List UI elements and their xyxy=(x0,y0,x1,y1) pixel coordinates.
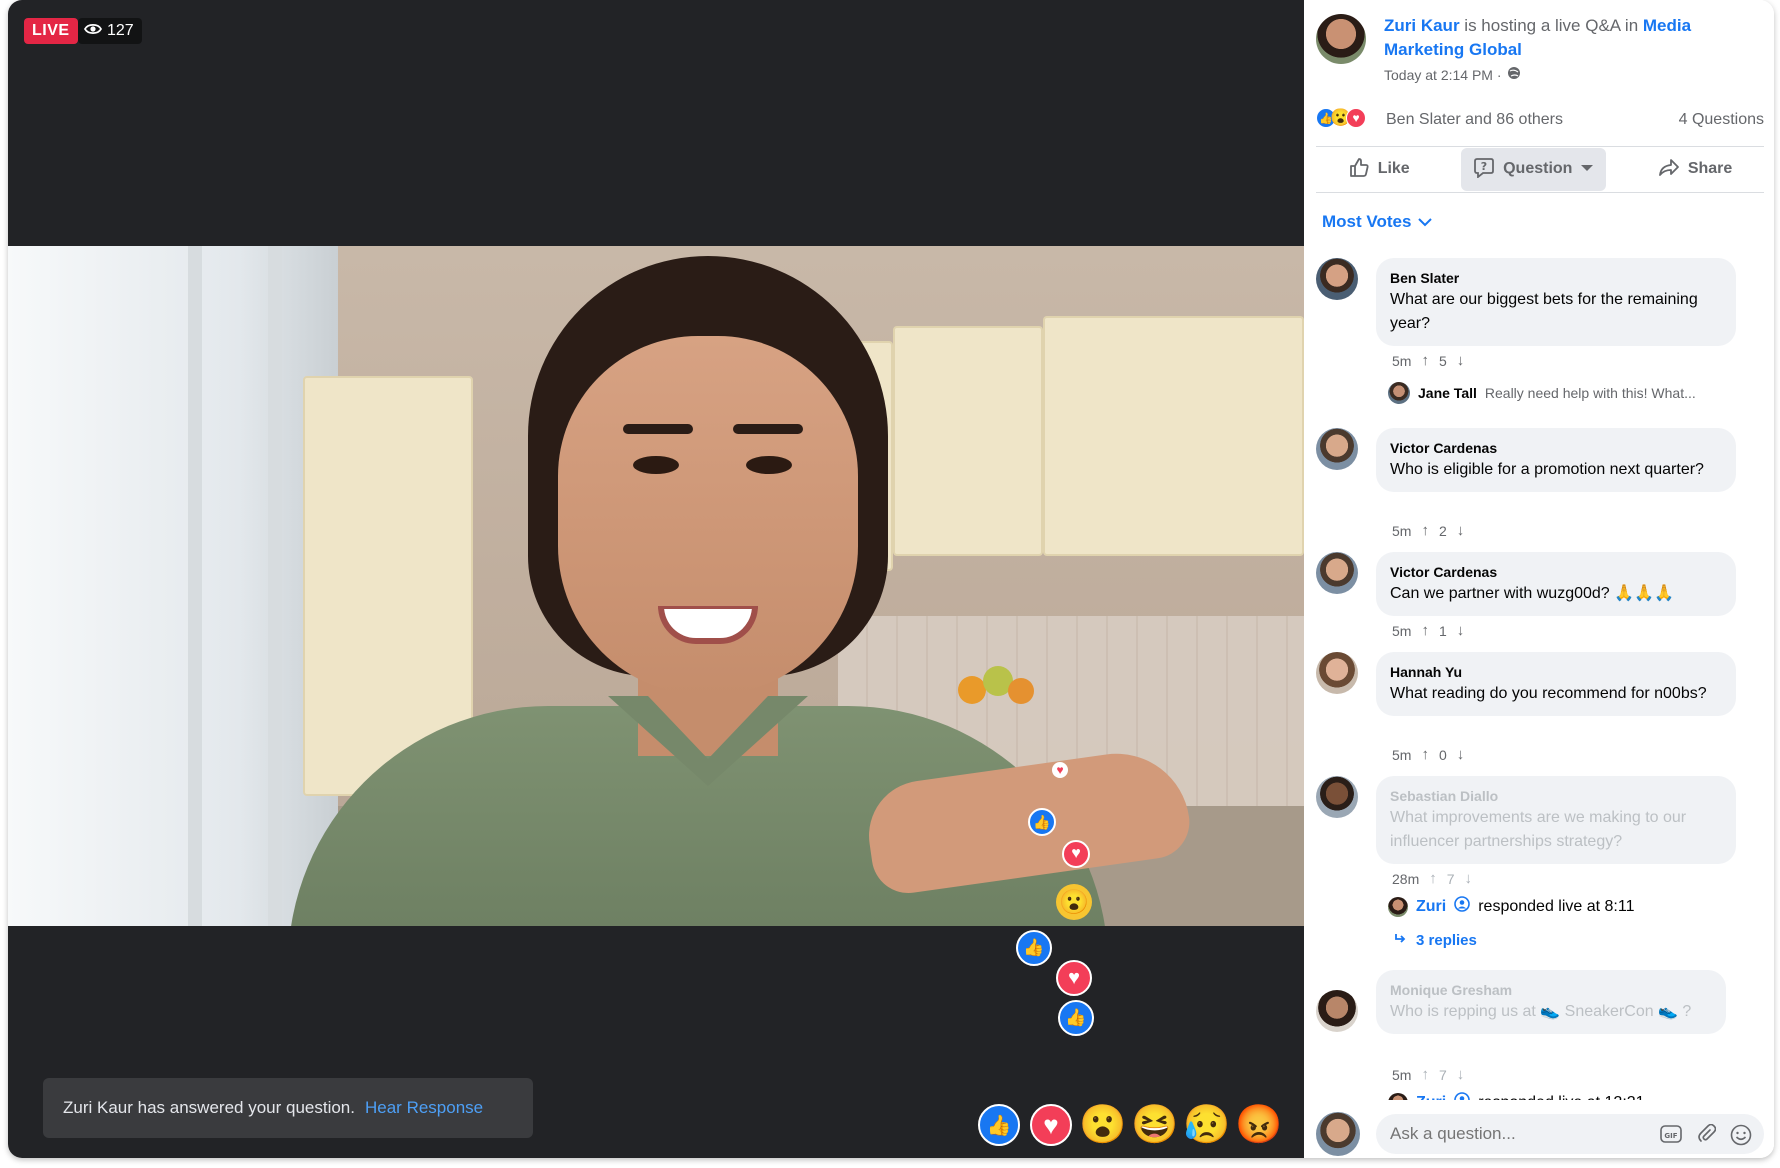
avatar xyxy=(1388,382,1410,404)
avatar[interactable] xyxy=(1316,552,1358,594)
floating-love-icon: ♥ xyxy=(1062,840,1090,868)
avatar xyxy=(1388,896,1408,917)
post-timestamp: Today at 2:14 PM · xyxy=(1384,66,1521,83)
host-name-link[interactable]: Zuri Kaur xyxy=(1384,16,1460,35)
question-button[interactable]: ? Question xyxy=(1461,147,1607,191)
share-button[interactable]: Share xyxy=(1646,148,1744,191)
answered-toast: Zuri Kaur has answered your question. Hea… xyxy=(43,1078,533,1138)
question-bubble[interactable]: Victor Cardenas Who is eligible for a pr… xyxy=(1376,428,1736,492)
verified-icon xyxy=(1454,896,1471,917)
reaction-bar: 👍 ♥ 😮 😆 😥 😡 xyxy=(978,1104,1283,1146)
angry-reaction-button[interactable]: 😡 xyxy=(1235,1104,1282,1146)
reply-arrow-icon xyxy=(1394,932,1408,949)
user-avatar[interactable] xyxy=(1316,1112,1360,1156)
sad-reaction-button[interactable]: 😥 xyxy=(1183,1104,1230,1146)
question-bubble[interactable]: Victor Cardenas Can we partner with wuzg… xyxy=(1376,552,1736,616)
caret-down-icon xyxy=(1580,160,1594,178)
upvote-arrow-icon[interactable]: ↑ xyxy=(1421,522,1429,539)
globe-icon xyxy=(1507,66,1521,83)
qa-panel: Zuri Kaur is hosting a live Q&A in Media… xyxy=(1304,0,1774,1158)
question-bubble[interactable]: Hannah Yu What reading do you recommend … xyxy=(1376,652,1736,716)
downvote-arrow-icon[interactable]: ↓ xyxy=(1457,1066,1465,1083)
eye-icon xyxy=(83,18,103,44)
emoji-icon[interactable] xyxy=(1730,1124,1752,1151)
floating-love-icon: ♥ xyxy=(1056,960,1092,996)
like-button[interactable]: Like xyxy=(1336,148,1422,191)
chevron-down-icon xyxy=(1417,212,1433,232)
attachment-icon[interactable] xyxy=(1696,1123,1717,1151)
downvote-arrow-icon[interactable]: ↓ xyxy=(1457,746,1465,763)
downvote-arrow-icon[interactable]: ↓ xyxy=(1457,622,1465,639)
upvote-arrow-icon[interactable]: ↑ xyxy=(1421,1066,1429,1083)
video-frame xyxy=(8,246,1304,926)
haha-reaction-button[interactable]: 😆 xyxy=(1131,1104,1178,1146)
love-icon: ♥ xyxy=(1346,108,1366,128)
reply-preview[interactable]: Jane Tall Really need help with this! Wh… xyxy=(1388,382,1696,404)
live-badge: LIVE xyxy=(24,18,78,44)
avatar[interactable] xyxy=(1316,776,1358,818)
downvote-arrow-icon[interactable]: ↓ xyxy=(1457,522,1465,539)
floating-like-icon: 👍 xyxy=(1058,1000,1094,1036)
question-bubble[interactable]: Sebastian Diallo What improvements are w… xyxy=(1376,776,1736,864)
floating-love-icon: ♥ xyxy=(1052,762,1068,778)
downvote-arrow-icon[interactable]: ↓ xyxy=(1465,870,1473,887)
floating-like-icon: 👍 xyxy=(1016,930,1052,966)
love-reaction-button[interactable]: ♥ xyxy=(1030,1104,1072,1146)
question-composer: GIF xyxy=(1316,1112,1764,1158)
avatar[interactable] xyxy=(1316,258,1358,300)
host-video-feed xyxy=(168,246,1195,926)
action-bar: Like ? Question Share xyxy=(1316,147,1764,191)
host-response[interactable]: Zuri responded live at 8:11 xyxy=(1388,896,1634,917)
live-qa-window: LIVE 127 ♥ 👍 ♥ 😮 👍 ♥ 👍 Zuri Kaur has ans… xyxy=(8,0,1774,1158)
floating-wow-icon: 😮 xyxy=(1056,884,1092,920)
svg-text:?: ? xyxy=(1481,160,1487,173)
sort-dropdown[interactable]: Most Votes xyxy=(1322,212,1433,232)
svg-text:GIF: GIF xyxy=(1664,1132,1677,1140)
upvote-arrow-icon[interactable]: ↑ xyxy=(1421,352,1429,369)
share-icon xyxy=(1658,156,1680,183)
viewer-count: 127 xyxy=(78,18,142,44)
floating-like-icon: 👍 xyxy=(1028,808,1056,836)
wow-reaction-button[interactable]: 😮 xyxy=(1079,1104,1126,1146)
hear-response-link[interactable]: Hear Response xyxy=(365,1098,483,1117)
avatar[interactable] xyxy=(1316,990,1358,1032)
question-bubble[interactable]: Ben Slater What are our biggest bets for… xyxy=(1376,258,1736,346)
reactors-text[interactable]: Ben Slater and 86 others xyxy=(1386,111,1563,129)
thumbs-up-icon xyxy=(1348,156,1370,183)
gif-icon[interactable]: GIF xyxy=(1660,1124,1682,1151)
upvote-arrow-icon[interactable]: ↑ xyxy=(1421,746,1429,763)
downvote-arrow-icon[interactable]: ↓ xyxy=(1457,352,1465,369)
avatar[interactable] xyxy=(1316,652,1358,694)
question-bubble[interactable]: Monique Gresham Who is repping us at 👟 S… xyxy=(1376,970,1726,1034)
question-icon: ? xyxy=(1473,156,1495,183)
upvote-arrow-icon[interactable]: ↑ xyxy=(1421,622,1429,639)
upvote-arrow-icon[interactable]: ↑ xyxy=(1429,870,1437,887)
video-player[interactable]: LIVE 127 ♥ 👍 ♥ 😮 👍 ♥ 👍 Zuri Kaur has ans… xyxy=(8,0,1304,1158)
avatar[interactable] xyxy=(1316,428,1358,470)
question-count[interactable]: 4 Questions xyxy=(1679,111,1764,129)
reaction-summary[interactable]: 👍 😮 ♥ Ben Slater and 86 others 4 Questio… xyxy=(1316,108,1764,134)
host-avatar[interactable] xyxy=(1316,14,1366,64)
like-reaction-button[interactable]: 👍 xyxy=(978,1104,1020,1146)
view-replies-link[interactable]: 3 replies xyxy=(1394,932,1477,949)
